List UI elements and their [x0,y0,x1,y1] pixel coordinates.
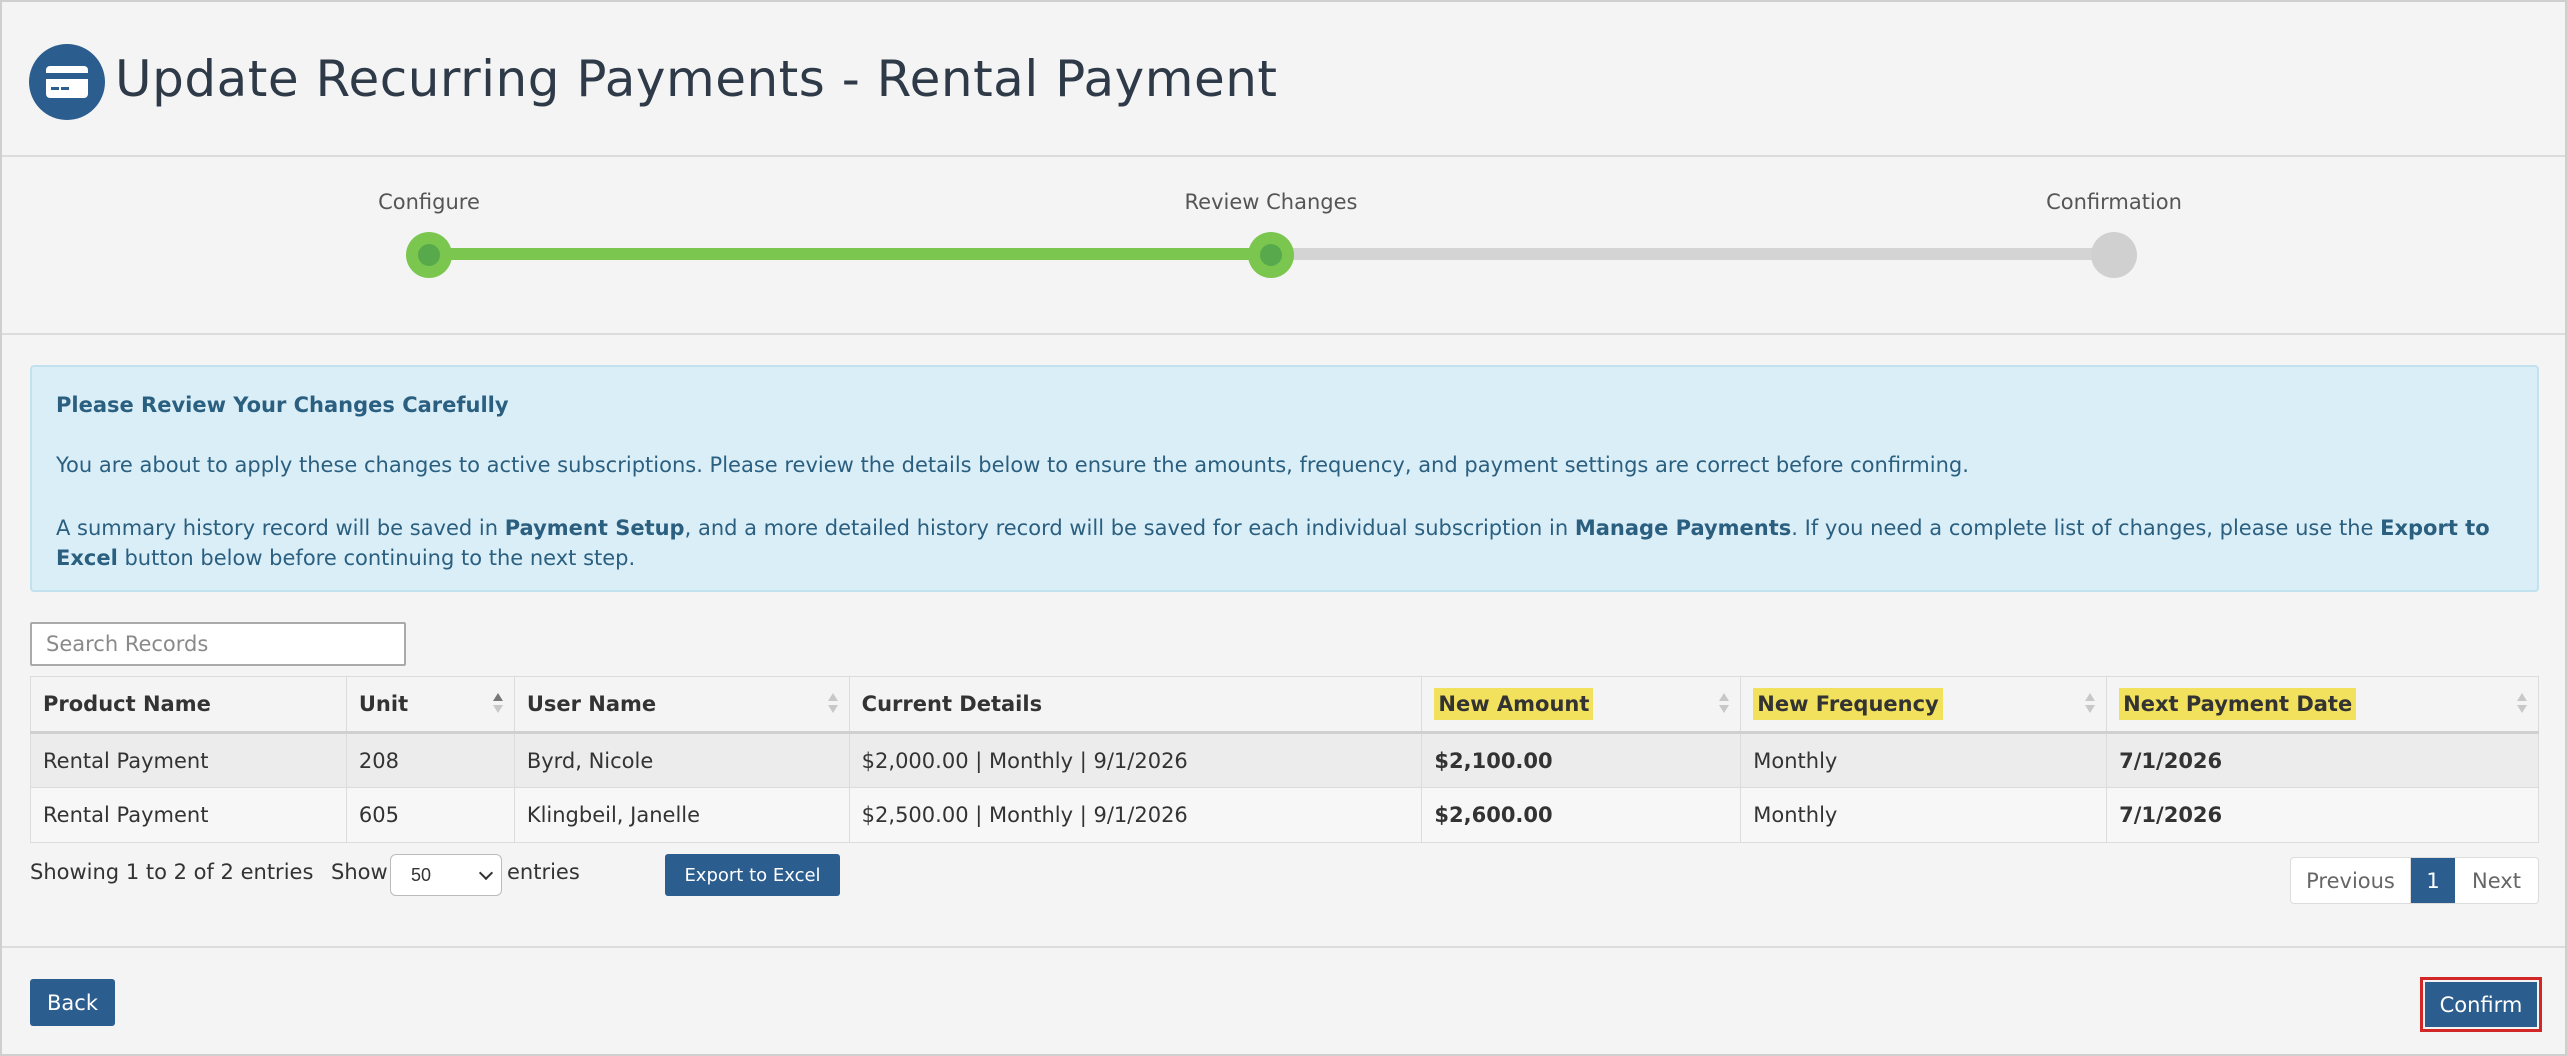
pagination: Previous 1 Next [2290,857,2539,904]
sort-icon [2084,693,2096,717]
page-size-select[interactable]: 50 [390,854,502,896]
cell-unit: 208 [345,732,515,788]
table-row: Rental Payment 208 Byrd, Nicole $2,000.0… [30,732,2539,788]
col-new-amount[interactable]: New Amount [1421,676,1742,734]
show-label: Show [331,860,388,884]
sort-icon [827,693,839,717]
cell-user-name: Klingbeil, Janelle [513,787,850,843]
step-configure-label: Configure [378,190,480,214]
chevron-down-icon [478,865,494,881]
alert-title: Please Review Your Changes Carefully [56,393,509,417]
col-unit[interactable]: Unit [345,676,515,734]
manage-payments-ref: Manage Payments [1574,516,1792,540]
previous-page-button[interactable]: Previous [2291,858,2411,903]
review-alert: Please Review Your Changes Carefully You… [30,365,2539,592]
table-header-row: Product Name Unit User Name Current Deta… [30,676,2539,734]
back-button[interactable]: Back [30,979,115,1026]
progress-stepper: Configure Review Changes Confirmation [2,157,2565,335]
col-current-details[interactable]: Current Details [848,676,1423,734]
search-input[interactable] [30,622,406,666]
sort-icon [1718,693,1730,717]
credit-card-icon [29,44,105,120]
cell-new-frequency: Monthly [1740,787,2108,843]
step-review-label: Review Changes [1184,190,1358,214]
col-next-payment-date[interactable]: Next Payment Date [2106,676,2539,734]
cell-current-details: $2,500.00 | Monthly | 9/1/2026 [848,787,1423,843]
cell-new-frequency: Monthly [1740,732,2108,788]
footer-divider [2,946,2565,948]
entries-info: Showing 1 to 2 of 2 entries [30,860,314,884]
confirm-button-outline: Confirm [2420,977,2542,1032]
payment-setup-ref: Payment Setup [504,516,685,540]
step-confirmation-dot [2091,232,2137,278]
cell-new-amount: $2,600.00 [1421,787,1742,843]
cell-next-payment-date: 7/1/2026 [2106,732,2539,788]
confirm-button[interactable]: Confirm [2425,982,2537,1027]
step-configure-dot [406,232,452,278]
page-1-button[interactable]: 1 [2411,858,2455,903]
cell-product-name: Rental Payment [30,787,347,843]
stepper-track-complete [429,248,1271,260]
page-size-value: 50 [411,865,432,885]
changes-table: Product Name Unit User Name Current Deta… [30,676,2539,843]
cell-current-details: $2,000.00 | Monthly | 9/1/2026 [848,732,1423,788]
page-header: Update Recurring Payments - Rental Payme… [2,2,2565,157]
cell-next-payment-date: 7/1/2026 [2106,787,2539,843]
cell-unit: 605 [345,787,515,843]
step-confirmation-label: Confirmation [2046,190,2182,214]
stepper-track-pending [1271,248,2114,260]
sort-icon [2516,693,2528,717]
alert-paragraph-2: A summary history record will be saved i… [56,516,2490,570]
table-row: Rental Payment 605 Klingbeil, Janelle $2… [30,787,2539,843]
cell-new-amount: $2,100.00 [1421,732,1742,788]
step-review-dot [1248,232,1294,278]
col-product-name[interactable]: Product Name [30,676,347,734]
cell-user-name: Byrd, Nicole [513,732,850,788]
page-title: Update Recurring Payments - Rental Payme… [115,50,1278,108]
next-page-button[interactable]: Next [2455,858,2538,903]
alert-paragraph-1: You are about to apply these changes to … [56,453,1969,477]
page-frame: Update Recurring Payments - Rental Payme… [0,0,2567,1056]
cell-product-name: Rental Payment [30,732,347,788]
export-to-excel-button[interactable]: Export to Excel [665,854,840,896]
entries-label: entries [507,860,580,884]
sort-asc-icon [492,693,504,717]
col-user-name[interactable]: User Name [513,676,850,734]
col-new-frequency[interactable]: New Frequency [1740,676,2108,734]
